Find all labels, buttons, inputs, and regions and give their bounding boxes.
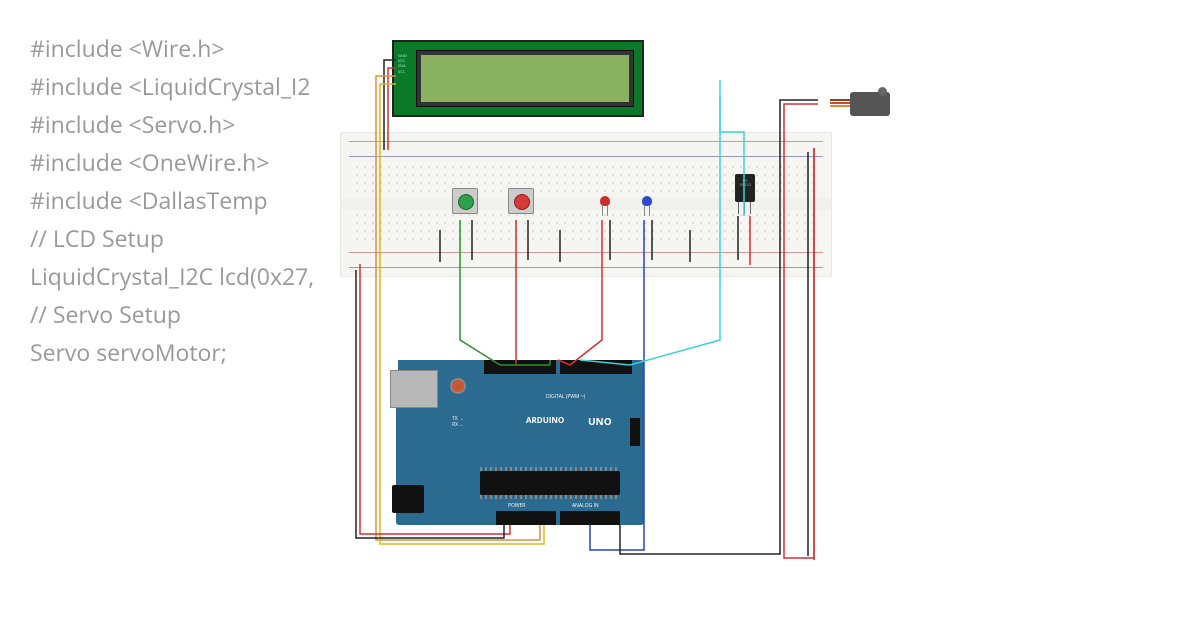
breadboard-gutter (341, 198, 831, 210)
arduino-analog-label: ANALOG IN (572, 503, 599, 509)
breadboard[interactable] (340, 132, 832, 277)
led-red[interactable] (600, 196, 610, 206)
code-line: LiquidCrystal_I2C lcd(0x27, (30, 258, 314, 296)
code-line: #include <DallasTemp (30, 182, 314, 220)
code-line: #include <Wire.h> (30, 30, 314, 68)
arduino-usb-port (390, 370, 438, 408)
code-line: Servo servoMotor; (30, 334, 314, 372)
lcd-module[interactable]: GND VCC SDA SCL (392, 40, 644, 117)
code-line: #include <Servo.h> (30, 106, 314, 144)
arduino-power-jack (392, 485, 424, 513)
servo-wires (830, 99, 852, 109)
ds18b20-label: DS 18B20 (735, 174, 755, 189)
push-button-green[interactable] (452, 188, 478, 214)
temp-sensor-ds18b20[interactable]: DS 18B20 (735, 174, 755, 202)
servo-body (850, 92, 890, 116)
lcd-pin-labels: GND VCC SDA SCL (398, 54, 407, 75)
arduino-model-label: UNO (588, 414, 612, 428)
code-line: // LCD Setup (30, 220, 314, 258)
arduino-reset-button[interactable] (450, 378, 466, 394)
breadboard-rail-top (349, 139, 823, 159)
arduino-uno[interactable]: ARDUINO UNO DIGITAL (PWM ~) POWER ANALOG… (396, 360, 644, 525)
breadboard-rail-bottom (349, 250, 823, 270)
push-button-red[interactable] (508, 188, 534, 214)
arduino-power-label: POWER (508, 503, 525, 509)
circuit-diagram: GND VCC SDA SCL DS (340, 40, 860, 580)
code-line: #include <OneWire.h> (30, 144, 314, 182)
arduino-header-analog (560, 511, 620, 525)
lcd-screen (421, 55, 629, 102)
arduino-icsp-header (630, 418, 640, 446)
code-line: // Servo Setup (30, 296, 314, 334)
arduino-brand-label: ARDUINO (526, 415, 564, 426)
arduino-header-power (496, 511, 556, 525)
arduino-digital-label: DIGITAL (PWM ~) (546, 394, 585, 400)
lcd-bezel (416, 50, 634, 107)
source-code-overlay: #include <Wire.h> #include <LiquidCrysta… (30, 30, 314, 371)
servo-horn (878, 87, 887, 96)
arduino-atmega-chip (480, 471, 620, 495)
code-line: #include <LiquidCrystal_I2 (30, 68, 314, 106)
arduino-txrx-label: TX → RX ← (452, 416, 464, 428)
arduino-header-digital-low (560, 360, 632, 374)
led-blue[interactable] (642, 196, 652, 206)
servo-motor[interactable] (830, 90, 900, 120)
arduino-header-digital-high (484, 360, 556, 374)
